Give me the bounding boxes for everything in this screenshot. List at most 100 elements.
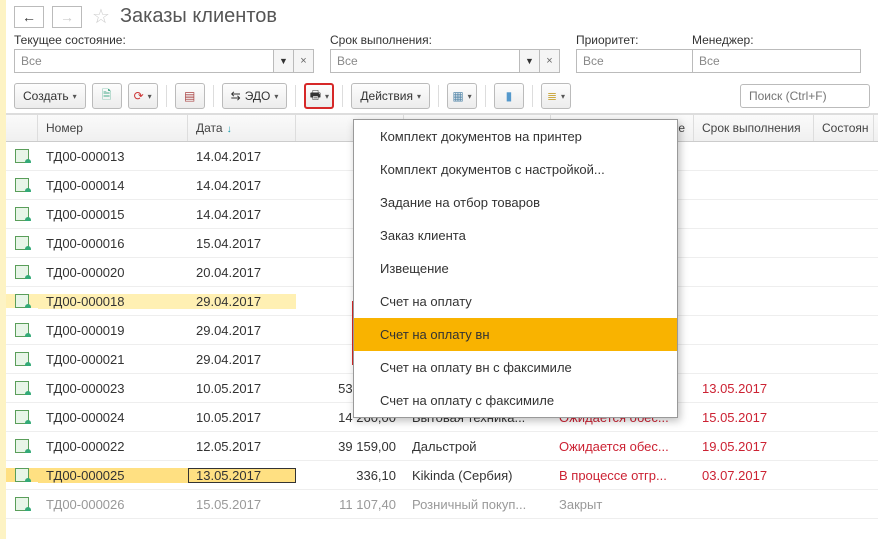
row-date: 15.04.2017 — [188, 236, 296, 251]
row-doc-icon — [15, 497, 29, 511]
row-date: 15.05.2017 — [188, 497, 296, 512]
edo-button[interactable]: ⇆ЭДО▾ — [222, 83, 288, 109]
row-date: 14.04.2017 — [188, 207, 296, 222]
row-date: 14.04.2017 — [188, 178, 296, 193]
nav-back[interactable]: ← — [14, 6, 44, 28]
filter-state-clear[interactable]: × — [294, 49, 314, 73]
row-date: 20.04.2017 — [188, 265, 296, 280]
new-doc-icon: 🗎 — [102, 86, 112, 107]
reload-icon: ⟳ — [134, 89, 144, 103]
row-doc-icon — [15, 294, 29, 308]
reports-button[interactable]: ▦▾ — [447, 83, 477, 109]
filter-state-button[interactable]: ▤ — [175, 83, 205, 109]
db-button[interactable]: ≣▾ — [541, 83, 571, 109]
row-number: ТД00-000018 — [38, 294, 188, 309]
print-menu-item[interactable]: Задание на отбор товаров — [354, 186, 677, 219]
row-number: ТД00-000019 — [38, 323, 188, 338]
row-doc-icon — [15, 178, 29, 192]
tree-icon: ▤ — [184, 89, 195, 103]
filter-state-label: Текущее состояние: — [14, 33, 314, 47]
search-box[interactable] — [740, 84, 870, 108]
row-number: ТД00-000025 — [38, 468, 188, 483]
row-due: 03.07.2017 — [694, 468, 814, 483]
report-icon: ▦ — [452, 89, 463, 103]
row-date: 29.04.2017 — [188, 323, 296, 338]
filter-state-input[interactable] — [14, 49, 274, 73]
reload-button[interactable]: ⟳▾ — [128, 83, 158, 109]
print-menu-item[interactable]: Счет на оплату вн — [354, 318, 677, 351]
row-number: ТД00-000013 — [38, 149, 188, 164]
row-doc-icon — [15, 439, 29, 453]
row-number: ТД00-000014 — [38, 178, 188, 193]
row-doc-icon — [15, 352, 29, 366]
row-sum: 39 159,00 — [296, 439, 404, 454]
print-menu-item[interactable]: Счет на оплату — [354, 285, 677, 318]
table-row[interactable]: ТД00-00002212.05.201739 159,00ДальстройО… — [6, 432, 878, 461]
filter-due-input[interactable] — [330, 49, 520, 73]
nav-forward[interactable]: → — [52, 6, 82, 28]
row-status: В процессе отгр... — [551, 468, 694, 483]
filter-due-clear[interactable]: × — [540, 49, 560, 73]
book-icon: ▮ — [506, 89, 513, 103]
filter-mgr-label: Менеджер: — [692, 33, 852, 47]
row-client: Дальстрой — [404, 439, 551, 454]
row-client: Kikinda (Сербия) — [404, 468, 551, 483]
print-menu-item[interactable]: Извещение — [354, 252, 677, 285]
row-status: Ожидается обес... — [551, 439, 694, 454]
print-menu-item[interactable]: Заказ клиента — [354, 219, 677, 252]
print-menu: Комплект документов на принтерКомплект д… — [353, 119, 678, 418]
row-date: 12.05.2017 — [188, 439, 296, 454]
row-doc-icon — [15, 381, 29, 395]
row-number: ТД00-000023 — [38, 381, 188, 396]
filter-prio-label: Приоритет: — [576, 33, 676, 47]
row-number: ТД00-000022 — [38, 439, 188, 454]
print-menu-item[interactable]: Комплект документов с настройкой... — [354, 153, 677, 186]
row-date: 10.05.2017 — [188, 410, 296, 425]
row-client: Розничный покуп... — [404, 497, 551, 512]
row-date: 29.04.2017 — [188, 352, 296, 367]
row-number: ТД00-000024 — [38, 410, 188, 425]
edo-icon: ⇆ — [231, 89, 241, 103]
row-status: Закрыт — [551, 497, 694, 512]
row-doc-icon — [15, 149, 29, 163]
actions-button[interactable]: Действия▾ — [351, 83, 430, 109]
row-sum: 336,10 — [296, 468, 404, 483]
col-cond[interactable]: Состоян — [814, 115, 874, 141]
filter-mgr-input[interactable] — [692, 49, 861, 73]
search-input[interactable] — [747, 88, 863, 104]
row-number: ТД00-000020 — [38, 265, 188, 280]
filter-due-label: Срок выполнения: — [330, 33, 560, 47]
col-date[interactable]: Дата↓ — [188, 115, 296, 141]
printer-icon: 🖶 — [310, 86, 321, 107]
filter-due-dropdown[interactable]: ▼ — [520, 49, 540, 73]
row-doc-icon — [15, 207, 29, 221]
row-doc-icon — [15, 468, 29, 482]
row-sum: 11 107,40 — [296, 497, 404, 512]
row-due: 15.05.2017 — [694, 410, 814, 425]
row-doc-icon — [15, 410, 29, 424]
row-date: 14.04.2017 — [188, 149, 296, 164]
row-date: 29.04.2017 — [188, 294, 296, 309]
favorite-icon[interactable]: ☆ — [92, 4, 110, 29]
row-number: ТД00-000015 — [38, 207, 188, 222]
row-due: 19.05.2017 — [694, 439, 814, 454]
row-due: 13.05.2017 — [694, 381, 814, 396]
row-number: ТД00-000016 — [38, 236, 188, 251]
print-menu-item[interactable]: Счет на оплату с факсимиле — [354, 384, 677, 417]
row-number: ТД00-000021 — [38, 352, 188, 367]
sort-desc-icon: ↓ — [227, 124, 232, 135]
print-menu-item[interactable]: Счет на оплату вн с факсимиле — [354, 351, 677, 384]
row-number: ТД00-000026 — [38, 497, 188, 512]
new-doc-button[interactable]: 🗎 — [92, 83, 122, 109]
table-row[interactable]: ТД00-00002513.05.2017336,10Kikinda (Серб… — [6, 461, 878, 490]
print-menu-item[interactable]: Комплект документов на принтер — [354, 120, 677, 153]
col-due[interactable]: Срок выполнения — [694, 115, 814, 141]
filter-state-dropdown[interactable]: ▼ — [274, 49, 294, 73]
print-button[interactable]: 🖶▾ — [304, 83, 334, 109]
col-number[interactable]: Номер — [38, 115, 188, 141]
table-row[interactable]: ТД00-00002615.05.201711 107,40Розничный … — [6, 490, 878, 519]
blue-book-button[interactable]: ▮ — [494, 83, 524, 109]
row-date: 13.05.2017 — [188, 468, 296, 483]
create-button[interactable]: Создать▾ — [14, 83, 86, 109]
row-doc-icon — [15, 323, 29, 337]
